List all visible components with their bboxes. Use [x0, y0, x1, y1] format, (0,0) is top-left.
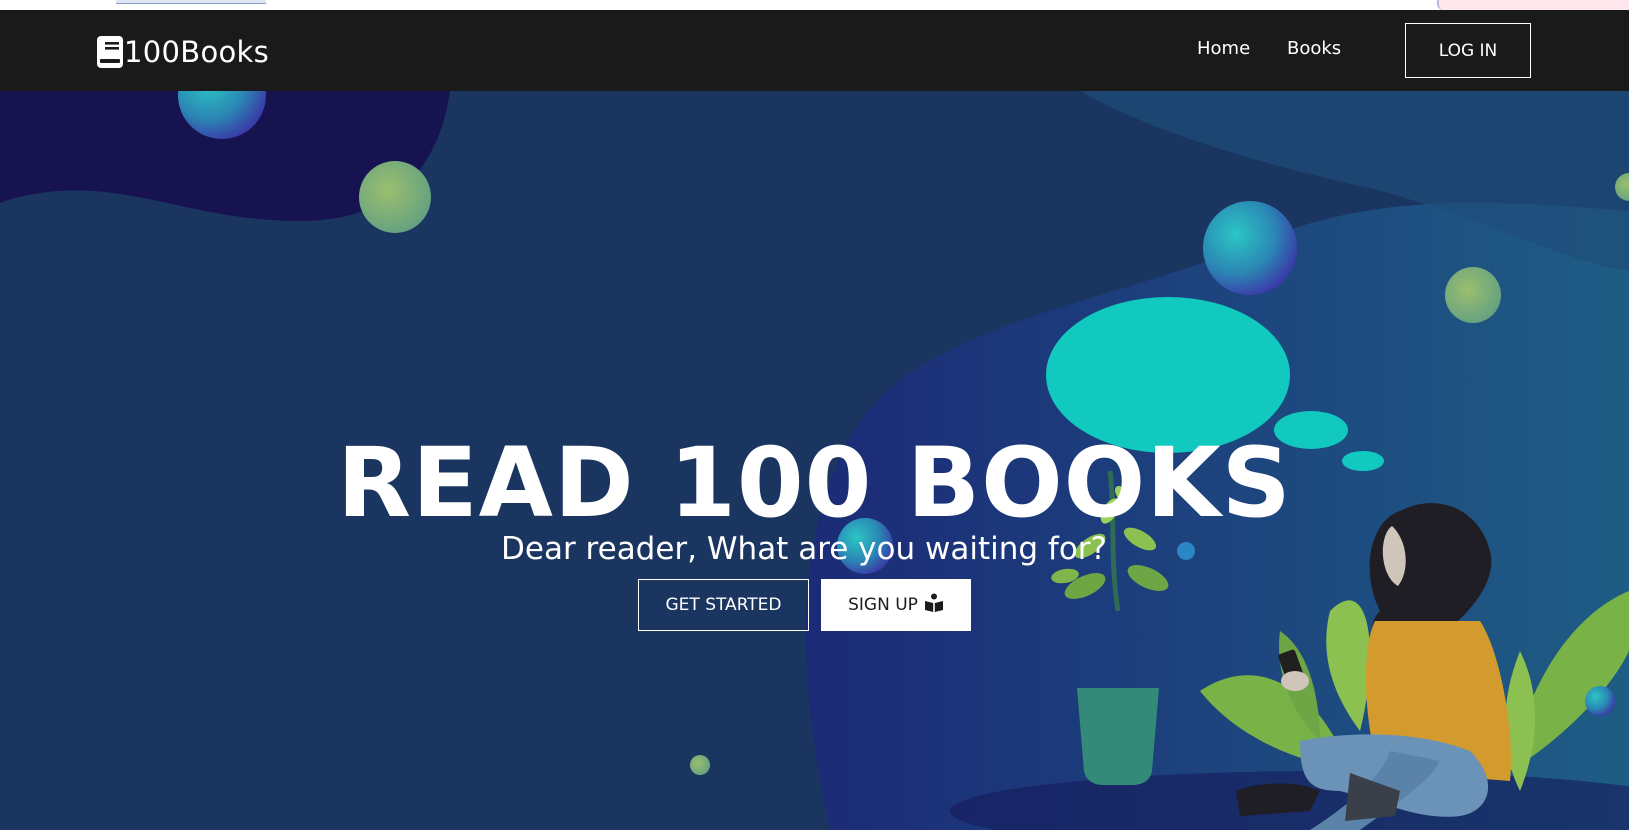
- nav-link-books[interactable]: Books: [1287, 38, 1341, 59]
- navbar: 100Books Home Books LOG IN: [0, 10, 1629, 91]
- hero-subtitle: Dear reader, What are you waiting for?: [501, 531, 1107, 567]
- signup-label: SIGN UP: [848, 595, 918, 615]
- signup-button[interactable]: SIGN UP: [821, 579, 971, 631]
- browser-tab-indicator: [116, 0, 266, 4]
- brand-logo[interactable]: 100Books: [96, 32, 269, 72]
- nav-link-home[interactable]: Home: [1197, 38, 1250, 59]
- book-icon: [96, 35, 124, 69]
- book-reader-icon: [924, 593, 944, 618]
- get-started-button[interactable]: GET STARTED: [638, 579, 809, 631]
- login-button[interactable]: LOG IN: [1405, 23, 1531, 78]
- hero-section: READ 100 BOOKS Dear reader, What are you…: [0, 91, 1629, 830]
- hero-title: READ 100 BOOKS: [337, 427, 1292, 540]
- browser-strip-accent: [1437, 0, 1629, 10]
- brand-name: 100Books: [124, 35, 270, 69]
